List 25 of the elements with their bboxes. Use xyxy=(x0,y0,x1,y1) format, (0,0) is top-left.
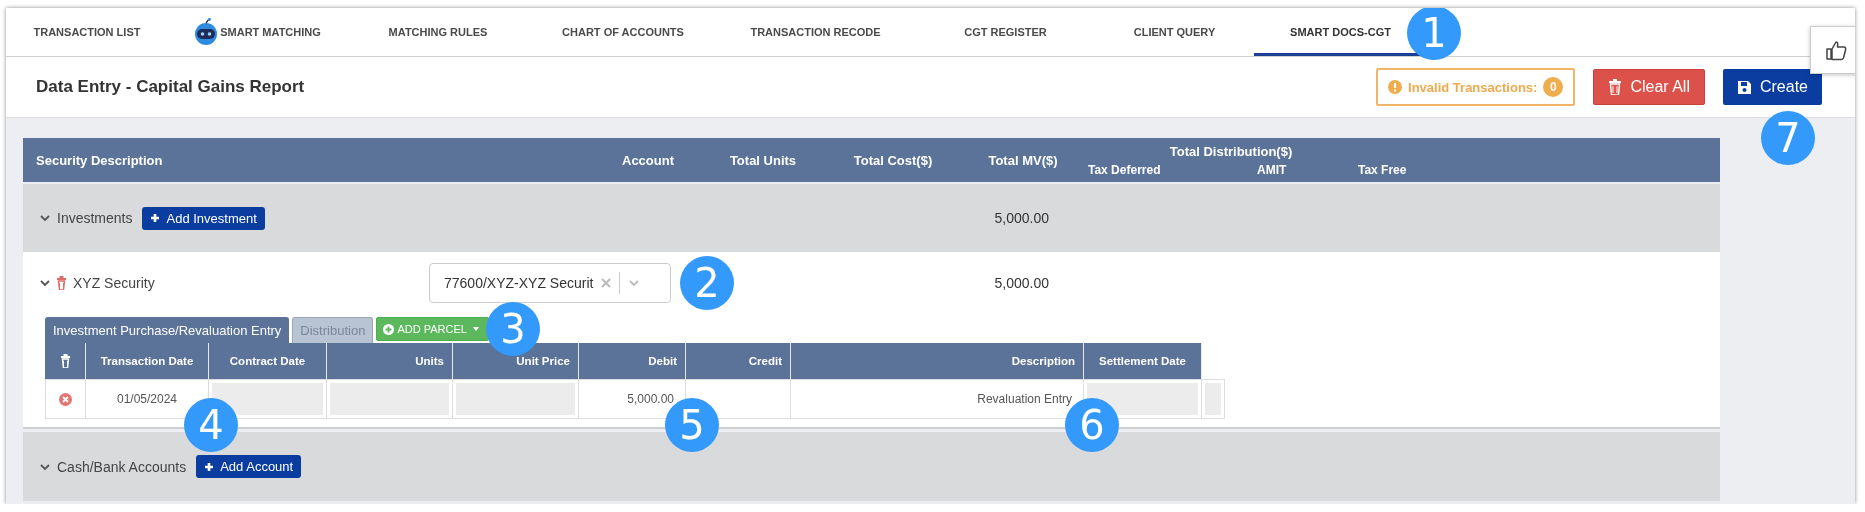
column-header: Units xyxy=(327,343,453,379)
column-header: Total Cost($) xyxy=(852,152,934,168)
column-header: Account xyxy=(621,152,675,168)
page-title: Data Entry - Capital Gains Report xyxy=(36,77,305,97)
security-name: XYZ Security xyxy=(73,275,155,291)
column-header: Debit xyxy=(579,343,686,379)
column-header: Total Distribution($) xyxy=(1168,143,1294,159)
column-header: Settlement Date xyxy=(1084,343,1202,379)
column-header: Tax Deferred xyxy=(1088,162,1162,177)
column-header: Total MV($) xyxy=(987,152,1059,168)
total-mv: 5,000.00 xyxy=(994,210,1049,226)
count-badge: 0 xyxy=(1543,77,1564,97)
column-header: Credit xyxy=(686,343,791,379)
column-header: Security Description xyxy=(35,152,164,168)
total-mv: 5,000.00 xyxy=(994,275,1049,291)
column-header: AMIT xyxy=(1257,162,1288,177)
column-header: Total Units xyxy=(728,152,798,168)
callout-tooltip: 1 xyxy=(1407,8,1461,60)
column-header: Contract Date xyxy=(209,343,327,379)
invalid-label: Invalid Transactions: xyxy=(1408,79,1538,95)
column-header: Tax Free xyxy=(1358,162,1408,177)
section-label: Investments xyxy=(57,210,133,226)
section-label: Cash/Bank Accounts xyxy=(57,458,187,475)
column-header: Transaction Date xyxy=(86,343,209,379)
column-header: Description xyxy=(791,343,1084,379)
